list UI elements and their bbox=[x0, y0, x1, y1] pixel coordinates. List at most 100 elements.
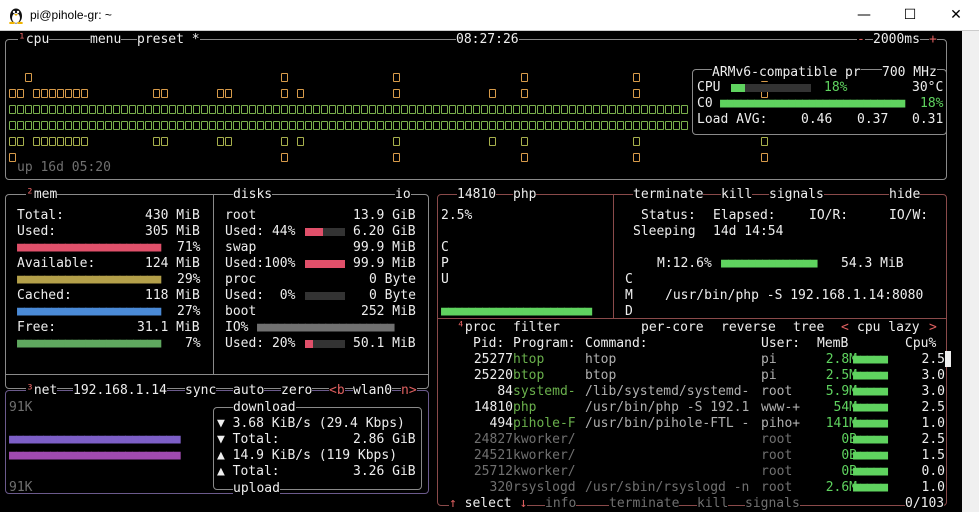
cpu-graph-cell bbox=[185, 121, 192, 130]
cpu-graph-cell bbox=[401, 105, 408, 114]
cpu-graph-cell bbox=[497, 105, 504, 114]
process-cpu: 1.0 bbox=[921, 416, 945, 431]
cpu-graph-cell bbox=[257, 121, 264, 130]
reverse-toggle[interactable]: reverse bbox=[721, 320, 776, 336]
col-program-header[interactable]: Program: bbox=[513, 336, 576, 352]
cpu-graph-cell bbox=[601, 105, 608, 114]
net-tab[interactable]: ³net bbox=[26, 383, 58, 399]
mem-tab[interactable]: ²mem bbox=[26, 187, 58, 203]
detail-elapsed: 14d 14:54 bbox=[713, 224, 784, 239]
cpu-total-label: CPU bbox=[697, 80, 721, 95]
mem-bottom-divider bbox=[6, 374, 428, 375]
process-cpu: 3.0 bbox=[921, 384, 945, 399]
cpu-graph-cell bbox=[545, 105, 552, 114]
preset-button[interactable]: preset * bbox=[137, 32, 200, 48]
io-toggle[interactable]: io bbox=[395, 187, 411, 203]
cpu-graph-cell bbox=[209, 121, 216, 130]
disk-proc-used-label: Used: 0% bbox=[225, 288, 296, 303]
cpu-graph-cell bbox=[25, 121, 32, 130]
detail-status-label: Status: bbox=[641, 208, 696, 223]
cpu-graph-cell bbox=[89, 121, 96, 130]
cpu-graph-cell bbox=[249, 105, 256, 114]
cpu-graph-cell bbox=[217, 89, 224, 98]
terminal[interactable]: ¹cpu menu preset * 08:27:26 - 2000ms + u… bbox=[0, 31, 962, 512]
hide-detail-button[interactable]: hide bbox=[889, 187, 921, 203]
menu-button[interactable]: menu bbox=[90, 32, 122, 48]
cpu-graph-cell bbox=[497, 121, 504, 130]
cpu-graph-cell bbox=[353, 121, 360, 130]
process-mem: 2.8M bbox=[825, 352, 857, 367]
process-pid: 25220 bbox=[473, 368, 513, 383]
cpu-graph-cell bbox=[681, 121, 688, 130]
col-mem-header[interactable]: MemB bbox=[817, 336, 848, 352]
col-pid-header[interactable]: Pid: bbox=[473, 336, 504, 352]
net-sync-toggle[interactable]: sync bbox=[185, 383, 217, 399]
cpu-graph-cell bbox=[241, 105, 248, 114]
cpu-graph-cell bbox=[313, 105, 320, 114]
cpu-graph-cell bbox=[593, 121, 600, 130]
cpu-graph-cell bbox=[665, 105, 672, 114]
detail-io-read-label: IO/R: bbox=[809, 208, 849, 223]
cpu-graph-cell bbox=[81, 89, 88, 98]
net-download-total-label: ▼ Total: bbox=[217, 432, 280, 447]
cpu-graph-cell bbox=[577, 105, 584, 114]
col-cpu-header[interactable]: Cpu% bbox=[905, 336, 936, 352]
process-cpu-graph: ■■■■■ bbox=[853, 384, 888, 399]
mem-used-value: 305 MiB bbox=[145, 224, 200, 239]
net-prev-iface-button[interactable]: <b bbox=[329, 383, 345, 399]
minimize-button[interactable]: — bbox=[841, 0, 887, 31]
cpu-graph-cell bbox=[385, 121, 392, 130]
load-avg-15: 0.31 bbox=[912, 112, 944, 127]
net-ip: 192.168.1.14 bbox=[73, 383, 167, 399]
sort-prev-button[interactable]: < bbox=[841, 320, 849, 336]
close-button[interactable]: ✕ bbox=[933, 0, 979, 31]
per-core-toggle[interactable]: per-core bbox=[641, 320, 704, 336]
interval-increase-button[interactable]: + bbox=[929, 32, 937, 48]
signals-button[interactable]: signals bbox=[769, 187, 824, 203]
terminal-scrollbar[interactable] bbox=[962, 31, 979, 512]
sort-field[interactable]: cpu lazy bbox=[857, 320, 920, 336]
footer-kill-button[interactable]: kill bbox=[697, 496, 729, 512]
mem-available-meter: ■■■■■■■■■■■■■■■■■■■■■ bbox=[17, 272, 161, 287]
cpu-tab[interactable]: ¹cpu bbox=[18, 32, 50, 48]
cpu-graph-cell bbox=[81, 105, 88, 114]
col-command-header[interactable]: Command: bbox=[585, 336, 648, 352]
kill-button[interactable]: kill bbox=[721, 187, 753, 203]
net-next-iface-button[interactable]: n> bbox=[401, 383, 417, 399]
process-program: btop bbox=[513, 368, 545, 383]
disks-tab[interactable]: disks bbox=[233, 187, 273, 203]
cpu-graph-cell bbox=[513, 105, 520, 114]
process-program: pihole-F bbox=[513, 416, 576, 431]
sort-next-button[interactable]: > bbox=[929, 320, 937, 336]
cpu-graph-cell bbox=[505, 105, 512, 114]
col-user-header[interactable]: User: bbox=[761, 336, 800, 352]
process-user: piho+ bbox=[761, 416, 801, 431]
cpu-graph-cell bbox=[121, 121, 128, 130]
process-user: root bbox=[761, 432, 793, 447]
cpu-graph-cell bbox=[417, 105, 424, 114]
cpu-graph-cell bbox=[57, 121, 64, 130]
cpu-graph-cell bbox=[121, 105, 128, 114]
terminate-button[interactable]: terminate bbox=[633, 187, 704, 203]
cpu-graph-cell bbox=[393, 105, 400, 114]
net-zero-button[interactable]: zero bbox=[281, 383, 313, 399]
process-program: systemd- bbox=[513, 384, 576, 399]
proc-tab[interactable]: ⁴proc bbox=[457, 320, 497, 336]
mem-total-label: Total: bbox=[17, 208, 64, 223]
interval-decrease-button[interactable]: - bbox=[857, 32, 865, 48]
cpu-graph-cell bbox=[81, 121, 88, 130]
footer-signals-button[interactable]: signals bbox=[745, 496, 800, 512]
info-button[interactable]: info bbox=[545, 496, 577, 512]
cpu-graph-cell bbox=[145, 105, 152, 114]
net-download-total: 2.86 GiB bbox=[353, 432, 416, 447]
tree-toggle[interactable]: tree bbox=[793, 320, 825, 336]
maximize-button[interactable]: ☐ bbox=[887, 0, 933, 31]
cpu-graph-cell bbox=[625, 121, 632, 130]
proc-scroll-thumb[interactable] bbox=[945, 351, 951, 367]
footer-terminate-button[interactable]: terminate bbox=[609, 496, 680, 512]
cpu-graph-cell bbox=[489, 121, 496, 130]
net-auto-toggle[interactable]: auto bbox=[233, 383, 265, 399]
proc-filter-button[interactable]: filter bbox=[513, 320, 560, 336]
process-cpu-graph: ■■■■■ bbox=[853, 432, 888, 447]
cpu-graph-cell bbox=[273, 105, 280, 114]
